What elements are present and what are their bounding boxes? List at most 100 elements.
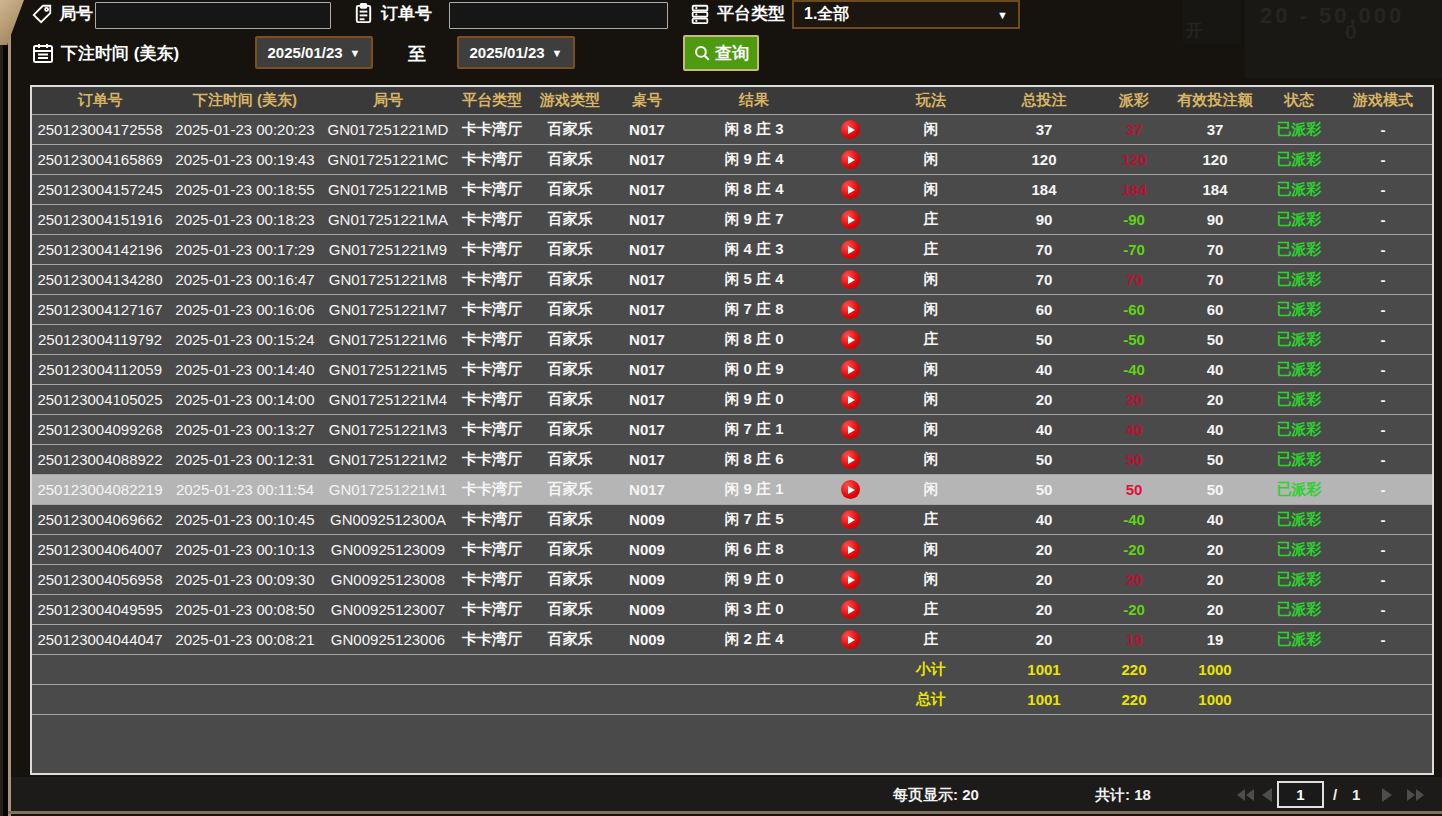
table-row[interactable]: 2501230040822192025-01-23 00:11:54GN0172… (32, 475, 1432, 505)
cell-round-no: GN017251221MC (322, 151, 454, 168)
last-page-button[interactable] (1407, 788, 1424, 801)
replay-button[interactable] (841, 630, 860, 649)
search-button[interactable]: 查询 (683, 35, 759, 71)
cell-round-no: GN017251221M9 (322, 241, 454, 258)
cell-play: 闲 (876, 300, 986, 319)
replay-button[interactable] (841, 270, 860, 289)
cell-total-bet: 20 (986, 541, 1102, 558)
cell-bet-time: 2025-01-23 00:12:31 (168, 451, 322, 468)
table-row[interactable]: 2501230041725582025-01-23 00:20:23GN0172… (32, 115, 1432, 145)
cell-result: 闲 9 庄 0 (684, 570, 824, 589)
cell-game-type: 百家乐 (530, 480, 610, 499)
replay-button[interactable] (841, 390, 860, 409)
first-page-button[interactable] (1237, 788, 1254, 801)
cell-game-type: 百家乐 (530, 390, 610, 409)
table-row[interactable]: 2501230041342802025-01-23 00:16:47GN0172… (32, 265, 1432, 295)
cell-platform: 卡卡湾厅 (454, 120, 530, 139)
table-row[interactable]: 2501230040889222025-01-23 00:12:31GN0172… (32, 445, 1432, 475)
cell-status: 已派彩 (1264, 300, 1334, 319)
table-row[interactable]: 2501230041050252025-01-23 00:14:00GN0172… (32, 385, 1432, 415)
play-icon (848, 486, 855, 494)
cell-round-no: GN017251221M8 (322, 271, 454, 288)
clipboard-icon (352, 2, 375, 25)
prev-page-button[interactable] (1262, 788, 1272, 802)
cell-game-mode: - (1334, 151, 1432, 168)
replay-button[interactable] (841, 360, 860, 379)
play-icon (848, 156, 855, 164)
cell-order-no: 250123004119792 (32, 331, 168, 348)
replay-button[interactable] (841, 330, 860, 349)
table-row[interactable]: 2501230040569582025-01-23 00:09:30GN0092… (32, 565, 1432, 595)
table-row[interactable]: 2501230041120592025-01-23 00:14:40GN0172… (32, 355, 1432, 385)
replay-button[interactable] (841, 240, 860, 259)
cell-payout: 120 (1102, 151, 1166, 168)
cell-bet-time: 2025-01-23 00:15:24 (168, 331, 322, 348)
cell-payout: -40 (1102, 511, 1166, 528)
platform-select[interactable]: 1.全部 ▼ (792, 0, 1020, 29)
next-page-button[interactable] (1382, 788, 1392, 802)
cell-valid-bet: 184 (1166, 181, 1264, 198)
column-header-1: 下注时间 (美东) (168, 91, 322, 110)
cell-game-mode: - (1334, 451, 1432, 468)
cell-order-no: 250123004165869 (32, 151, 168, 168)
cell-bet-time: 2025-01-23 00:16:06 (168, 301, 322, 318)
table-row[interactable]: 2501230041572452025-01-23 00:18:55GN0172… (32, 175, 1432, 205)
cell-result: 闲 8 庄 3 (684, 120, 824, 139)
cell-total-bet: 40 (986, 421, 1102, 438)
replay-button[interactable] (841, 450, 860, 469)
table-row[interactable]: 2501230041421962025-01-23 00:17:29GN0172… (32, 235, 1432, 265)
subtotal-row: 小计10012201000 (32, 655, 1432, 685)
cell-platform: 卡卡湾厅 (454, 600, 530, 619)
cell-platform: 卡卡湾厅 (454, 570, 530, 589)
cell-round-no: GN017251221M1 (322, 481, 454, 498)
cell-bet-time: 2025-01-23 00:14:40 (168, 361, 322, 378)
replay-button[interactable] (841, 150, 860, 169)
replay-button[interactable] (841, 210, 860, 229)
round-input[interactable] (95, 2, 331, 29)
cell-platform: 卡卡湾厅 (454, 240, 530, 259)
table-row[interactable]: 2501230040992682025-01-23 00:13:27GN0172… (32, 415, 1432, 445)
server-stack-icon (689, 3, 711, 25)
replay-button[interactable] (841, 180, 860, 199)
cell-valid-bet: 70 (1166, 241, 1264, 258)
background-open-text: 开 (1186, 21, 1202, 42)
play-icon (848, 246, 855, 254)
cell-game-mode: - (1334, 361, 1432, 378)
left-edge-tan-line (8, 34, 11, 816)
table-row[interactable]: 2501230041658692025-01-23 00:19:43GN0172… (32, 145, 1432, 175)
table-row[interactable]: 2501230040640072025-01-23 00:10:13GN0092… (32, 535, 1432, 565)
replay-button[interactable] (841, 420, 860, 439)
replay-button[interactable] (841, 300, 860, 319)
cell-game-mode: - (1334, 241, 1432, 258)
cell-bet-time: 2025-01-23 00:19:43 (168, 151, 322, 168)
table-empty-area (32, 715, 1432, 773)
subtotal-label: 小计 (876, 660, 986, 679)
replay-button[interactable] (841, 540, 860, 559)
date-to-select[interactable]: 2025/01/23 ▼ (457, 36, 575, 69)
table-row[interactable]: 2501230040440472025-01-23 00:08:21GN0092… (32, 625, 1432, 655)
table-row[interactable]: 2501230041271672025-01-23 00:16:06GN0172… (32, 295, 1432, 325)
table-row[interactable]: 2501230041519162025-01-23 00:18:23GN0172… (32, 205, 1432, 235)
cell-result: 闲 5 庄 4 (684, 270, 824, 289)
page-total-text: 1 (1352, 786, 1360, 803)
replay-button[interactable] (841, 600, 860, 619)
cell-play: 闲 (876, 450, 986, 469)
replay-button[interactable] (841, 510, 860, 529)
page-number-input[interactable] (1277, 781, 1324, 808)
replay-button[interactable] (841, 480, 860, 499)
calendar-icon (31, 41, 55, 65)
table-row[interactable]: 2501230040495952025-01-23 00:08:50GN0092… (32, 595, 1432, 625)
cell-valid-bet: 60 (1166, 301, 1264, 318)
table-row[interactable]: 2501230041197922025-01-23 00:15:24GN0172… (32, 325, 1432, 355)
cell-replay (824, 630, 876, 650)
date-from-select[interactable]: 2025/01/23 ▼ (255, 36, 373, 69)
cell-status: 已派彩 (1264, 180, 1334, 199)
cell-table-no: N017 (610, 271, 684, 288)
replay-button[interactable] (841, 570, 860, 589)
column-header-8: 玩法 (876, 91, 986, 110)
cell-round-no: GN0092512300A (322, 511, 454, 528)
table-row[interactable]: 2501230040696622025-01-23 00:10:45GN0092… (32, 505, 1432, 535)
order-input[interactable] (449, 2, 668, 29)
cell-result: 闲 6 庄 8 (684, 540, 824, 559)
replay-button[interactable] (841, 120, 860, 139)
